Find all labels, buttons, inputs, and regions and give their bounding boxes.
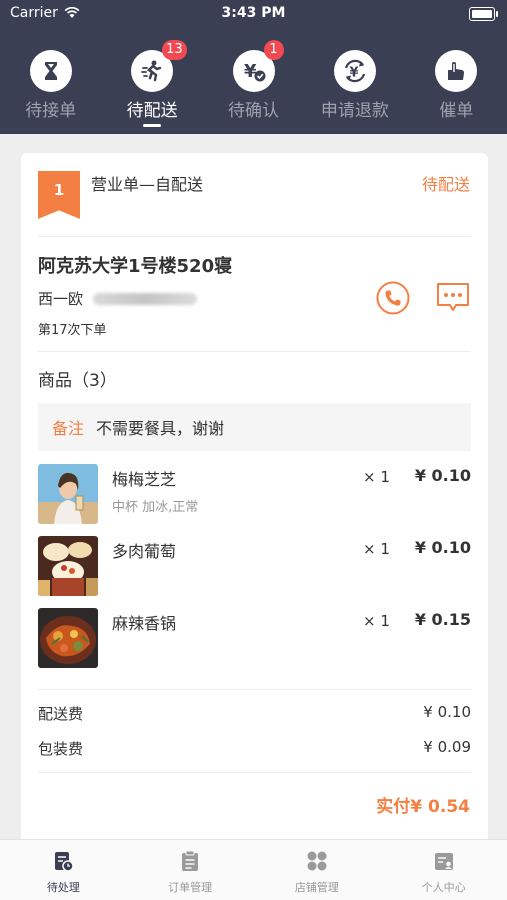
list-item: 麻辣香锅 × 1 ¥ 0.15 xyxy=(38,608,471,668)
yen-refund-icon: ¥ xyxy=(333,50,376,92)
nav-label: 待处理 xyxy=(46,881,80,894)
tab-label: 待接单 xyxy=(25,101,77,121)
fee-label: 包装费 xyxy=(38,740,84,758)
grid-icon xyxy=(307,851,327,871)
order-total: 实付¥ 0.54 xyxy=(376,797,470,817)
hand-pointer-icon xyxy=(435,50,478,92)
divider xyxy=(38,772,471,773)
divider xyxy=(38,236,471,237)
delivery-address: 阿克苏大学1号楼520寝 xyxy=(38,256,233,277)
item-price: ¥ 0.10 xyxy=(414,466,471,485)
order-type: 营业单—自配送 xyxy=(91,175,204,194)
customer-name: 西一欧 xyxy=(38,290,84,308)
order-status-tabs: 待接单 13 待配送 ¥ 1 待确认 ¥ 申请退款 催单 xyxy=(0,28,507,134)
active-tab-indicator xyxy=(143,124,162,127)
bottom-nav: 待处理 订单管理 店铺管理 个人中心 xyxy=(0,839,507,900)
fee-label: 配送费 xyxy=(38,705,84,723)
customer-info: 西一欧 xyxy=(38,288,198,309)
tab-pending-delivery[interactable]: 13 待配送 xyxy=(101,28,202,134)
customer-phone-redacted xyxy=(93,292,198,305)
tab-badge: 1 xyxy=(263,40,284,60)
battery-icon xyxy=(469,7,498,21)
item-name: 梅梅芝芝 xyxy=(112,470,177,489)
status-time: 3:43 PM xyxy=(221,5,286,21)
pending-icon xyxy=(55,852,75,872)
message-icon[interactable] xyxy=(435,281,471,315)
nav-label: 个人中心 xyxy=(421,881,466,894)
item-spec: 中杯 加冰,正常 xyxy=(112,500,199,515)
phone-icon[interactable] xyxy=(376,281,410,315)
item-name: 多肉葡萄 xyxy=(112,542,177,561)
nav-store[interactable]: 店铺管理 xyxy=(254,840,381,900)
packaging-fee-row: 包装费 ¥ 0.09 xyxy=(38,738,471,759)
woman-drink-photo xyxy=(38,464,98,524)
order-note: 备注 不需要餐具，谢谢 xyxy=(38,403,471,451)
clipboard-icon xyxy=(182,850,199,871)
item-price: ¥ 0.15 xyxy=(414,610,471,629)
note-text: 不需要餐具，谢谢 xyxy=(96,419,225,438)
nav-profile[interactable]: 个人中心 xyxy=(380,840,507,900)
item-quantity: × 1 xyxy=(363,612,390,630)
fee-value: ¥ 0.09 xyxy=(423,738,471,756)
tab-pending-confirm[interactable]: ¥ 1 待确认 xyxy=(203,28,304,134)
item-name: 麻辣香锅 xyxy=(112,614,177,633)
tab-label: 申请退款 xyxy=(320,101,389,121)
tab-urge-order[interactable]: 催单 xyxy=(406,28,507,134)
tab-badge: 13 xyxy=(162,40,187,60)
nav-pending[interactable]: 待处理 xyxy=(0,840,127,900)
nav-orders[interactable]: 订单管理 xyxy=(127,840,254,900)
status-bar: Carrier 3:43 PM xyxy=(0,0,507,28)
delivery-fee-row: 配送费 ¥ 0.10 xyxy=(38,703,471,724)
order-card[interactable]: 1 营业单—自配送 待配送 阿克苏大学1号楼520寝 西一欧 第17次下单 商品… xyxy=(21,153,488,843)
svg-text:¥: ¥ xyxy=(244,61,257,82)
order-status: 待配送 xyxy=(421,175,470,194)
item-quantity: × 1 xyxy=(363,468,390,486)
profile-card-icon xyxy=(434,853,453,870)
list-item: 梅梅芝芝 中杯 加冰,正常 × 1 ¥ 0.10 xyxy=(38,464,471,524)
nav-label: 订单管理 xyxy=(168,881,213,894)
fruit-tea-photo xyxy=(38,536,98,596)
tab-refund-request[interactable]: ¥ 申请退款 xyxy=(304,28,405,134)
goods-title: 商品（3） xyxy=(38,371,117,391)
nav-label: 店铺管理 xyxy=(294,881,339,894)
item-price: ¥ 0.10 xyxy=(414,538,471,557)
tab-label: 待配送 xyxy=(126,101,178,121)
svg-text:¥: ¥ xyxy=(349,66,358,81)
list-item: 多肉葡萄 × 1 ¥ 0.10 xyxy=(38,536,471,596)
tab-pending-accept[interactable]: 待接单 xyxy=(0,28,101,134)
divider xyxy=(38,689,471,690)
spicy-pot-photo xyxy=(38,608,98,668)
fee-value: ¥ 0.10 xyxy=(423,703,471,721)
tab-label: 待确认 xyxy=(228,101,280,121)
item-quantity: × 1 xyxy=(363,540,390,558)
order-count: 第17次下单 xyxy=(38,323,107,338)
order-number-ribbon: 1 xyxy=(38,171,80,219)
tab-label: 催单 xyxy=(439,101,474,121)
divider xyxy=(38,351,471,352)
hourglass-icon xyxy=(29,50,72,92)
note-label: 备注 xyxy=(52,419,85,438)
